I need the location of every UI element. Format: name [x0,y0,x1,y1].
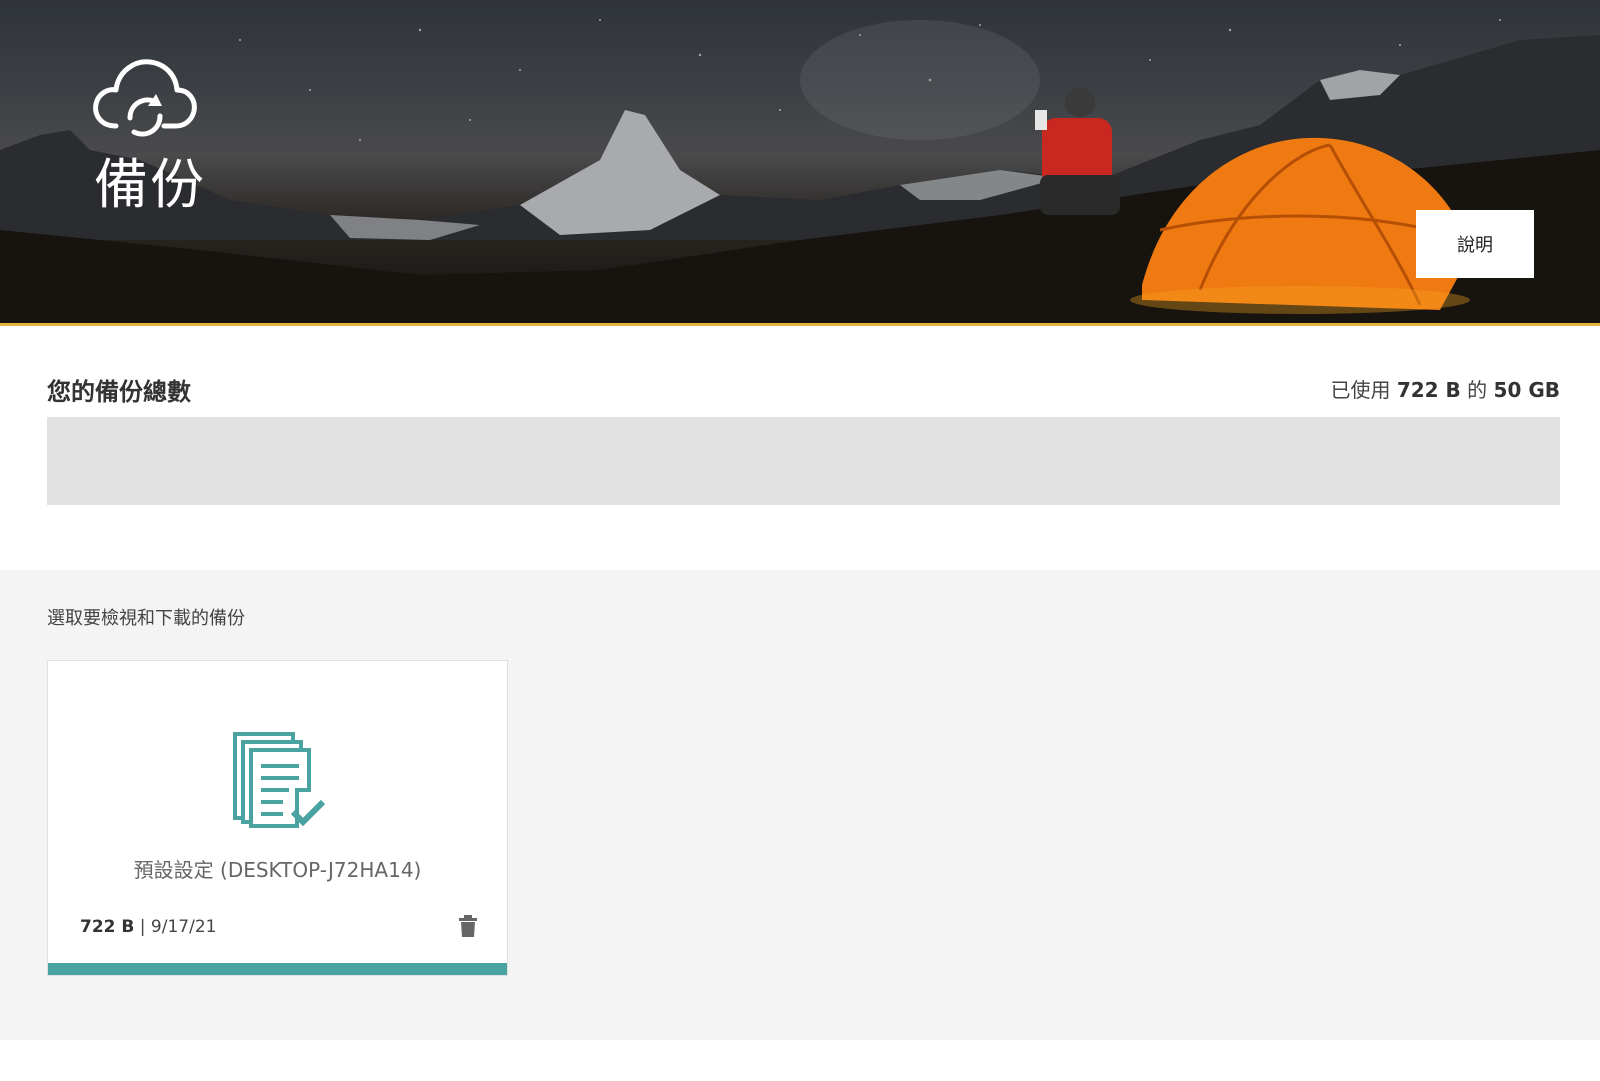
usage-title: 您的備份總數 [47,378,191,406]
backup-card-accent-bar [48,963,507,975]
backup-list-heading: 選取要檢視和下載的備份 [47,608,245,629]
person-silhouette [1035,87,1120,215]
storage-usage-section: 您的備份總數 已使用 722 B 的 50 GB [0,326,1600,570]
backup-name: 預設設定 (DESKTOP-J72HA14) [133,858,422,882]
hero-background-image [0,19,1600,323]
usage-used: 722 B [1396,378,1461,402]
backup-meta: 722 B | 9/17/21 [80,917,216,937]
usage-of: 的 [1467,378,1488,402]
usage-progress-bar [47,417,1560,505]
cloud-sync-icon [93,59,197,137]
backup-list-section: 選取要檢視和下載的備份 預設設定 (DESKTOP-J72HA14) 722 B… [0,570,1600,1040]
usage-summary: 已使用 722 B 的 50 GB [1330,374,1560,403]
document-check-icon [233,732,326,828]
backup-meta-separator: | [139,917,146,937]
page-title: 備份 [94,153,206,216]
help-button[interactable]: 說明 [1416,210,1534,278]
usage-quota: 50 GB [1493,378,1560,402]
backup-card[interactable]: 預設設定 (DESKTOP-J72HA14) 722 B | 9/17/21 [47,660,508,976]
backup-size: 722 B [80,917,135,937]
trash-icon[interactable] [458,915,478,937]
usage-prefix: 已使用 [1330,378,1391,402]
hero-banner: 備份 說明 [0,0,1600,326]
backup-date: 9/17/21 [150,917,217,937]
